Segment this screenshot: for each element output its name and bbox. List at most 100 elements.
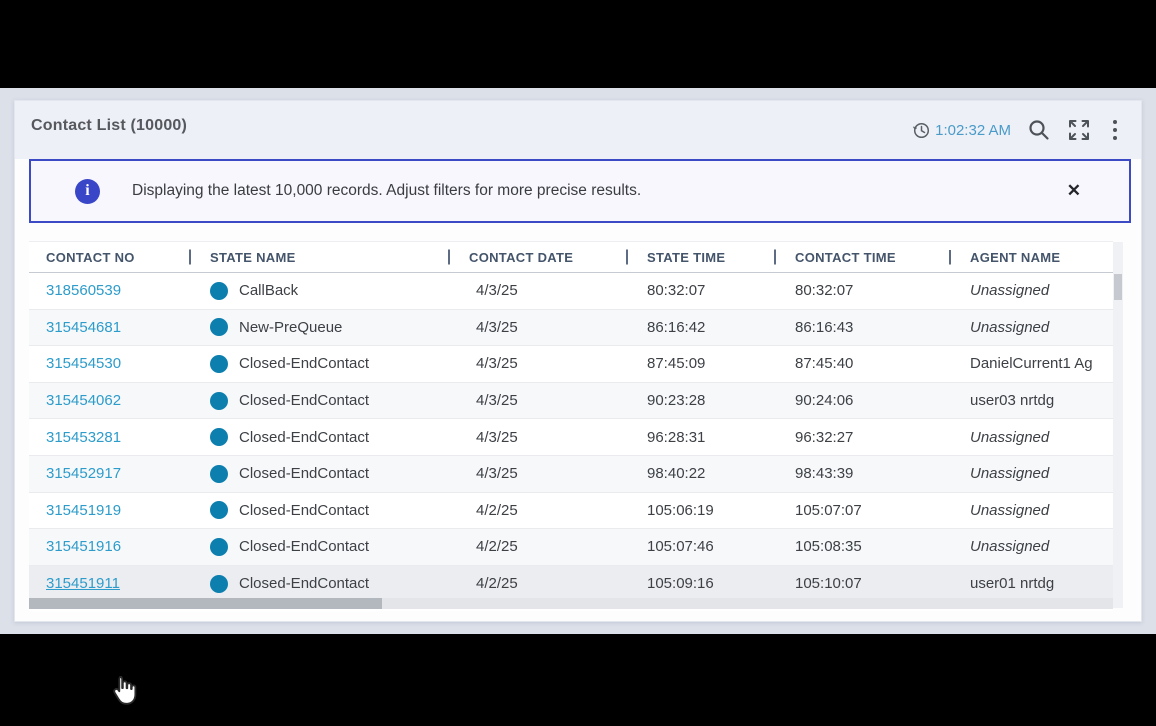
mouse-cursor-hand <box>108 674 140 708</box>
state-status-icon <box>210 282 228 300</box>
vertical-scrollbar-thumb[interactable] <box>1114 274 1122 300</box>
state-time-cell: 87:45:09 <box>626 355 774 372</box>
contact-date-cell: 4/3/25 <box>448 465 626 482</box>
state-status-icon <box>210 465 228 483</box>
state-time-cell: 105:06:19 <box>626 502 774 519</box>
contact-date-cell: 4/2/25 <box>448 502 626 519</box>
table-row[interactable]: 315451911 Closed-EndContact 4/2/25 105:0… <box>29 566 1113 603</box>
table-body: 318560539 CallBack 4/3/25 80:32:07 80:32… <box>29 273 1113 602</box>
state-time-cell: 105:07:46 <box>626 538 774 555</box>
info-banner: i Displaying the latest 10,000 records. … <box>29 159 1131 223</box>
state-status-icon <box>210 392 228 410</box>
state-name-label: Closed-EndContact <box>239 392 369 409</box>
state-name-label: Closed-EndContact <box>239 429 369 446</box>
table-row[interactable]: 315454681 New-PreQueue 4/3/25 86:16:42 8… <box>29 310 1113 347</box>
contact-date-cell: 4/3/25 <box>448 429 626 446</box>
contact-date-cell: 4/3/25 <box>448 392 626 409</box>
expand-icon[interactable] <box>1067 118 1091 142</box>
last-refresh-time: 1:02:32 AM <box>935 122 1011 139</box>
state-name-label: New-PreQueue <box>239 319 342 336</box>
contact-time-cell: 105:07:07 <box>774 502 949 519</box>
table-row[interactable]: 315452917 Closed-EndContact 4/3/25 98:40… <box>29 456 1113 493</box>
contact-no-link[interactable]: 315451916 <box>46 538 121 555</box>
banner-message: Displaying the latest 10,000 records. Ad… <box>132 182 641 200</box>
agent-name-cell: Unassigned <box>949 465 1113 482</box>
contact-date-cell: 4/3/25 <box>448 319 626 336</box>
state-name-label: Closed-EndContact <box>239 502 369 519</box>
contact-date-cell: 4/2/25 <box>448 575 626 592</box>
refresh-time-button[interactable]: 1:02:32 AM <box>912 121 1011 140</box>
contact-no-link[interactable]: 315451919 <box>46 502 121 519</box>
horizontal-scrollbar[interactable] <box>29 598 1113 609</box>
column-header-state-time[interactable]: STATE TIME <box>626 250 774 265</box>
state-time-cell: 96:28:31 <box>626 429 774 446</box>
state-time-cell: 80:32:07 <box>626 282 774 299</box>
contact-time-cell: 87:45:40 <box>774 355 949 372</box>
state-time-cell: 86:16:42 <box>626 319 774 336</box>
table-row[interactable]: 315453281 Closed-EndContact 4/3/25 96:28… <box>29 419 1113 456</box>
agent-name-cell: DanielCurrent1 Ag <box>949 355 1113 372</box>
contact-time-cell: 105:10:07 <box>774 575 949 592</box>
agent-name-cell: Unassigned <box>949 502 1113 519</box>
state-name-label: Closed-EndContact <box>239 575 369 592</box>
column-header-contact-no[interactable]: CONTACT NO <box>29 250 189 265</box>
contact-table: CONTACT NO STATE NAME CONTACT DATE STATE… <box>29 241 1113 611</box>
page-title: Contact List (10000) <box>31 117 187 135</box>
contact-time-cell: 98:43:39 <box>774 465 949 482</box>
contact-time-cell: 96:32:27 <box>774 429 949 446</box>
horizontal-scrollbar-thumb[interactable] <box>29 598 382 609</box>
header-actions: 1:02:32 AM <box>912 113 1123 147</box>
contact-no-link[interactable]: 315452917 <box>46 465 121 482</box>
kebab-menu-icon[interactable] <box>1107 118 1123 142</box>
contact-list-widget: Contact List (10000) 1:02:32 AM <box>14 100 1142 622</box>
contact-date-cell: 4/2/25 <box>448 538 626 555</box>
state-time-cell: 98:40:22 <box>626 465 774 482</box>
table-header-row: CONTACT NO STATE NAME CONTACT DATE STATE… <box>29 241 1113 273</box>
contact-date-cell: 4/3/25 <box>448 282 626 299</box>
table-row[interactable]: 315454062 Closed-EndContact 4/3/25 90:23… <box>29 383 1113 420</box>
agent-name-cell: Unassigned <box>949 282 1113 299</box>
search-icon[interactable] <box>1027 118 1051 142</box>
column-header-agent-name[interactable]: AGENT NAME <box>949 250 1113 265</box>
table-row[interactable]: 315451919 Closed-EndContact 4/2/25 105:0… <box>29 493 1113 530</box>
state-name-label: Closed-EndContact <box>239 355 369 372</box>
column-header-state-name[interactable]: STATE NAME <box>189 250 448 265</box>
contact-time-cell: 86:16:43 <box>774 319 949 336</box>
state-status-icon <box>210 355 228 373</box>
state-status-icon <box>210 318 228 336</box>
state-status-icon <box>210 428 228 446</box>
contact-no-link[interactable]: 315454062 <box>46 392 121 409</box>
widget-header: Contact List (10000) 1:02:32 AM <box>15 101 1141 159</box>
vertical-scrollbar[interactable] <box>1113 242 1123 608</box>
table-row[interactable]: 315451916 Closed-EndContact 4/2/25 105:0… <box>29 529 1113 566</box>
contact-no-link[interactable]: 315451911 <box>46 575 120 592</box>
state-name-label: Closed-EndContact <box>239 465 369 482</box>
contact-no-link[interactable]: 318560539 <box>46 282 121 299</box>
state-time-cell: 90:23:28 <box>626 392 774 409</box>
contact-no-link[interactable]: 315454681 <box>46 319 121 336</box>
state-name-label: Closed-EndContact <box>239 538 369 555</box>
info-icon: i <box>75 179 100 204</box>
close-icon[interactable]: ✕ <box>1067 181 1081 201</box>
contact-date-cell: 4/3/25 <box>448 355 626 372</box>
contact-time-cell: 90:24:06 <box>774 392 949 409</box>
table-row[interactable]: 318560539 CallBack 4/3/25 80:32:07 80:32… <box>29 273 1113 310</box>
agent-name-cell: Unassigned <box>949 319 1113 336</box>
agent-name-cell: Unassigned <box>949 538 1113 555</box>
state-time-cell: 105:09:16 <box>626 575 774 592</box>
contact-no-link[interactable]: 315453281 <box>46 429 121 446</box>
column-header-contact-time[interactable]: CONTACT TIME <box>774 250 949 265</box>
agent-name-cell: Unassigned <box>949 429 1113 446</box>
state-status-icon <box>210 575 228 593</box>
state-status-icon <box>210 538 228 556</box>
state-name-label: CallBack <box>239 282 298 299</box>
agent-name-cell: user03 nrtdg <box>949 392 1113 409</box>
contact-time-cell: 80:32:07 <box>774 282 949 299</box>
history-clock-icon <box>912 121 931 140</box>
column-header-contact-date[interactable]: CONTACT DATE <box>448 250 626 265</box>
contact-time-cell: 105:08:35 <box>774 538 949 555</box>
state-status-icon <box>210 501 228 519</box>
contact-no-link[interactable]: 315454530 <box>46 355 121 372</box>
table-row[interactable]: 315454530 Closed-EndContact 4/3/25 87:45… <box>29 346 1113 383</box>
page-background: Contact List (10000) 1:02:32 AM <box>0 88 1156 634</box>
